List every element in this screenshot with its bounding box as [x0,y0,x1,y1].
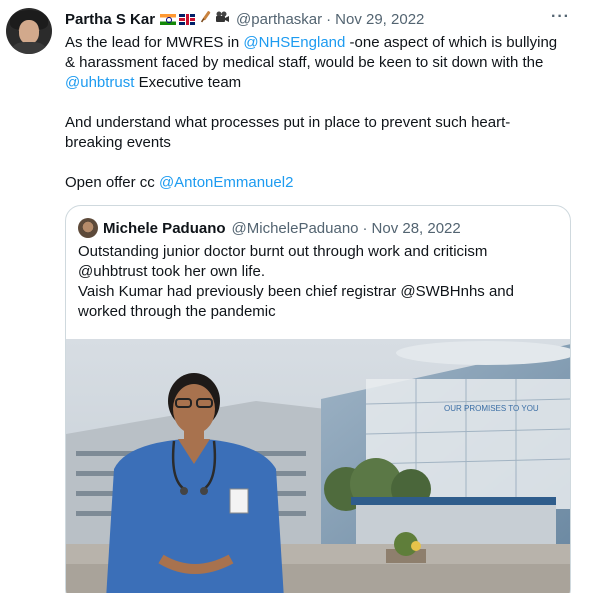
quoted-handle[interactable]: @MichelePaduano [232,220,359,237]
mention-link[interactable]: @NHSEngland [243,34,345,51]
tweet-text: As the lead for MWRES in @NHSEngland -on… [65,33,570,193]
quoted-line: worked through the pandemic [78,303,276,320]
quoted-line: @uhbtrust took her own life. [78,263,265,280]
author-handle[interactable]: @parthaskar [236,11,322,28]
more-options-icon[interactable]: ··· [551,8,570,26]
quoted-text: Outstanding junior doctor burnt out thro… [78,242,558,322]
quoted-author-name[interactable]: Michele Paduano [103,220,226,237]
quoted-line: Vaish Kumar had previously been chief re… [78,283,514,300]
tweet-line: breaking events [65,134,171,151]
uk-flag-icon [179,13,196,25]
tweet-line: As the lead for MWRES in @NHSEngland -on… [65,34,558,51]
india-flag-icon [160,13,177,25]
mention-link[interactable]: @uhbtrust [65,74,134,91]
tweet-date[interactable]: Nov 29, 2022 [335,11,424,28]
author-emojis [160,10,230,28]
quoted-avatar[interactable] [78,218,98,238]
movie-camera-icon [215,11,230,28]
quoted-tweet[interactable]: Michele Paduano @MichelePaduano · Nov 28… [65,205,571,593]
quoted-header: Michele Paduano @MichelePaduano · Nov 28… [78,218,461,238]
quoted-photo[interactable]: OUR PROMISES TO YOU [66,339,570,593]
mention-link[interactable]: @AntonEmmanuel2 [159,174,293,191]
tweet-line: @uhbtrust Executive team [65,74,242,91]
quoted-date[interactable]: Nov 28, 2022 [372,220,461,237]
separator-dot: · [326,10,332,28]
tweet-header: Partha S Kar @parthaskar · Nov 29, 2022 [65,8,424,30]
quoted-line: Outstanding junior doctor burnt out thro… [78,243,488,260]
building-sign-text: OUR PROMISES TO YOU [444,404,539,413]
tweet-line: & harassment faced by medical staff, wou… [65,54,544,71]
author-name[interactable]: Partha S Kar [65,11,155,28]
hospital-photo-illustration: OUR PROMISES TO YOU [66,339,570,593]
separator-dot: · [362,219,368,237]
tweet-line: Open offer cc @AntonEmmanuel2 [65,174,294,191]
author-avatar[interactable] [6,8,52,54]
tweet[interactable]: Partha S Kar @parthaskar · Nov 29, 2022 … [0,0,593,593]
cricket-bat-icon [198,10,212,28]
tweet-line: And understand what processes put in pla… [65,114,511,131]
